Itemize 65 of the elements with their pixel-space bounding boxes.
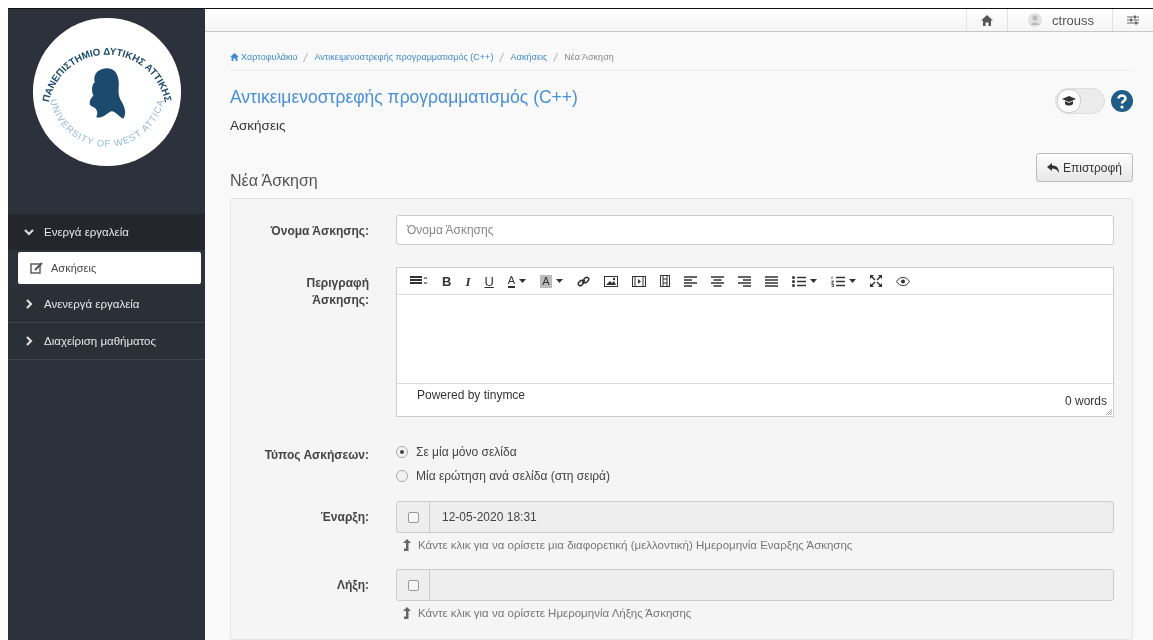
- align-justify-icon: [764, 275, 778, 287]
- sliders-icon: [1127, 15, 1139, 25]
- caret-down-icon: [809, 279, 817, 283]
- radio-button[interactable]: [396, 446, 408, 458]
- align-right-icon: [737, 275, 751, 287]
- name-input-field[interactable]: Όνομα Άσκησης: [396, 215, 1114, 245]
- help-message: Κάντε κλικ για να ορίσετε μια διαφορετική (μελλοντική) Ημερομηνία Εναρξης Άσκησης: [418, 539, 853, 551]
- numbered-list-icon: [830, 275, 845, 287]
- radio-label[interactable]: Σε μία μόνο σελίδα: [416, 445, 517, 459]
- paragraph-format-icon: [410, 276, 428, 286]
- editor-toolbar-button[interactable]: A: [500, 270, 534, 292]
- breadcrumb-link[interactable]: Ασκήσεις: [510, 52, 548, 62]
- user-avatar-icon: [1028, 13, 1043, 27]
- radio-label[interactable]: Μία ερώτηση ανά σελίδα (στη σειρά): [416, 469, 611, 483]
- course-subtitle: Ασκήσεις: [230, 118, 287, 133]
- align-center-icon: [710, 275, 724, 287]
- caret-down-icon: [519, 279, 527, 283]
- chevron-down-icon: [24, 227, 34, 237]
- breadcrumb-separator-icon: [303, 52, 309, 62]
- student-view-toggle[interactable]: [1055, 88, 1105, 114]
- caret-down-icon: [555, 279, 563, 283]
- chevron-right-icon: [24, 299, 34, 309]
- field-label: Λήξη:: [336, 577, 369, 594]
- breadcrumb-separator-icon: [553, 52, 559, 62]
- edit-icon: [30, 262, 43, 274]
- user-menu[interactable]: ctrouss: [1007, 9, 1112, 31]
- turn-up-arrow-icon: [402, 539, 412, 551]
- bullet-list-icon: [791, 275, 806, 287]
- help-message: Κάντε κλικ για να ορίσετε Ημερομηνία Λήξης Άσκησης: [418, 607, 692, 619]
- home-icon: [230, 53, 239, 61]
- field-label: Τύπος Ασκήσεων:: [263, 447, 369, 464]
- word-count: 0 words: [1064, 394, 1107, 410]
- editor-branding: Powered by tinymce: [417, 387, 526, 404]
- fullscreen-icon: [869, 275, 882, 287]
- link-icon: [576, 274, 590, 288]
- editor-toolbar-button[interactable]: A: [533, 270, 570, 292]
- editor-toolbar-button[interactable]: U: [477, 270, 501, 292]
- page-heading: Νέα Άσκηση: [230, 172, 318, 190]
- editor-toolbar-button[interactable]: I: [458, 270, 478, 292]
- field-label: Περιγραφή Άσκησης:: [305, 275, 369, 309]
- chevron-right-icon: [24, 336, 34, 346]
- breadcrumb-current: Νέα Άσκηση: [564, 52, 614, 62]
- resize-grip-icon[interactable]: [1106, 409, 1112, 415]
- align-left-icon: [683, 275, 697, 287]
- image-icon: [603, 275, 618, 287]
- video-icon: [631, 275, 646, 287]
- reply-arrow-icon: [1046, 162, 1059, 173]
- editor-toolbar-button[interactable]: B: [435, 270, 459, 292]
- course-title: Αντικειμενοστρεφής προγραμματισμός (C++): [230, 87, 578, 108]
- breadcrumb-link[interactable]: Χαρτοφυλάκιο: [230, 52, 298, 62]
- sidebar-item[interactable]: Ασκήσεις: [18, 252, 201, 284]
- help-icon[interactable]: [1111, 90, 1133, 112]
- sidebar-section[interactable]: Ενεργά εργαλεία: [8, 214, 205, 250]
- back-button[interactable]: Επιστροφή: [1035, 153, 1133, 182]
- eye-icon: [895, 276, 910, 286]
- caret-down-icon: [848, 279, 856, 283]
- field-label: Έναρξη:: [319, 509, 369, 526]
- turn-up-arrow-icon: [402, 607, 412, 619]
- radio-button[interactable]: [396, 470, 408, 482]
- home-icon: [981, 14, 994, 26]
- filmstrip-icon: [659, 275, 670, 287]
- breadcrumb-link[interactable]: Αντικειμενοστρεφής προγραμματισμός (C++): [314, 52, 494, 62]
- field-label: Όνομα Άσκησης:: [269, 223, 369, 240]
- breadcrumb-separator-icon: [499, 52, 505, 62]
- graduation-cap-icon: [1062, 96, 1076, 106]
